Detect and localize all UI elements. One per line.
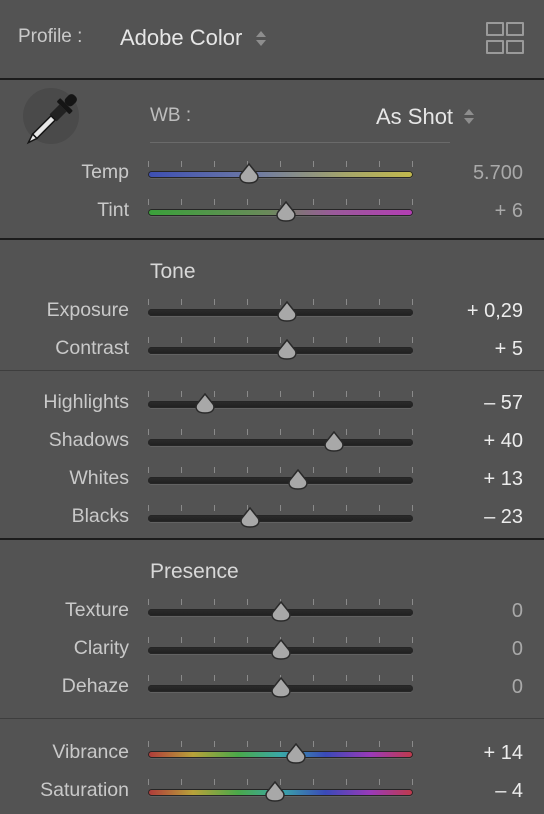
slider-ticks xyxy=(148,505,413,511)
slider-value-blacks[interactable]: – 23 xyxy=(413,506,523,529)
slider-value-dehaze[interactable]: 0 xyxy=(413,676,523,699)
slider-value-clarity[interactable]: 0 xyxy=(413,638,523,661)
slider-label-tint: Tint xyxy=(97,199,129,221)
slider-value-temp[interactable]: 5.700 xyxy=(413,162,523,185)
slider-thumb-dehaze[interactable] xyxy=(270,677,292,699)
slider-label-vibrance: Vibrance xyxy=(52,741,129,763)
slider-ticks xyxy=(148,161,413,167)
section-title-tone: Tone xyxy=(150,260,196,283)
slider-value-saturation[interactable]: – 4 xyxy=(413,780,523,803)
slider-value-vibrance[interactable]: + 14 xyxy=(413,742,523,765)
slider-label-contrast: Contrast xyxy=(55,337,129,359)
slider-track-shadows[interactable] xyxy=(148,439,413,446)
slider-label-blacks: Blacks xyxy=(71,505,129,527)
slider-value-whites[interactable]: + 13 xyxy=(413,468,523,491)
slider-label-temp: Temp xyxy=(81,161,129,183)
wb-underline xyxy=(150,142,450,143)
profile-label: Profile : xyxy=(18,26,83,47)
slider-track-blacks[interactable] xyxy=(148,515,413,522)
grid-view-icon[interactable] xyxy=(486,22,524,54)
slider-value-exposure[interactable]: + 0,29 xyxy=(413,300,523,323)
slider-thumb-clarity[interactable] xyxy=(270,639,292,661)
slider-thumb-vibrance[interactable] xyxy=(285,743,307,765)
slider-value-tint[interactable]: + 6 xyxy=(413,200,523,223)
slider-label-saturation: Saturation xyxy=(40,779,129,801)
slider-track-vibrance[interactable] xyxy=(148,751,413,758)
slider-ticks xyxy=(148,429,413,435)
wb-divider xyxy=(0,238,544,240)
slider-thumb-exposure[interactable] xyxy=(276,301,298,323)
slider-track-whites[interactable] xyxy=(148,477,413,484)
slider-thumb-tint[interactable] xyxy=(275,201,297,223)
up-down-arrows-icon[interactable] xyxy=(256,30,266,48)
slider-value-texture[interactable]: 0 xyxy=(413,600,523,623)
slider-label-highlights: Highlights xyxy=(43,391,129,413)
slider-ticks xyxy=(148,741,413,747)
section-title-presence: Presence xyxy=(150,560,239,583)
slider-ticks xyxy=(148,391,413,397)
slider-label-exposure: Exposure xyxy=(46,299,129,321)
slider-label-whites: Whites xyxy=(69,467,129,489)
slider-track-temp[interactable] xyxy=(148,171,413,178)
slider-value-shadows[interactable]: + 40 xyxy=(413,430,523,453)
slider-label-clarity: Clarity xyxy=(73,637,129,659)
slider-thumb-whites[interactable] xyxy=(287,469,309,491)
slider-thumb-texture[interactable] xyxy=(270,601,292,623)
slider-thumb-saturation[interactable] xyxy=(264,781,286,803)
wb-label: WB : xyxy=(150,105,192,126)
presence-divider xyxy=(0,718,544,719)
white-balance-selector-icon[interactable] xyxy=(20,88,82,152)
header-divider xyxy=(0,78,544,80)
slider-label-dehaze: Dehaze xyxy=(61,675,129,697)
slider-label-shadows: Shadows xyxy=(48,429,129,451)
slider-thumb-temp[interactable] xyxy=(238,163,260,185)
slider-value-contrast[interactable]: + 5 xyxy=(413,338,523,361)
wb-dropdown[interactable]: As Shot xyxy=(376,104,453,130)
slider-ticks xyxy=(148,467,413,473)
up-down-arrows-icon[interactable] xyxy=(464,108,474,126)
slider-label-texture: Texture xyxy=(65,599,129,621)
slider-track-highlights[interactable] xyxy=(148,401,413,408)
slider-thumb-blacks[interactable] xyxy=(239,507,261,529)
slider-value-highlights[interactable]: – 57 xyxy=(413,392,523,415)
slider-thumb-contrast[interactable] xyxy=(276,339,298,361)
tone-section-divider xyxy=(0,538,544,540)
slider-thumb-highlights[interactable] xyxy=(194,393,216,415)
slider-thumb-shadows[interactable] xyxy=(323,431,345,453)
profile-dropdown[interactable]: Adobe Color xyxy=(120,25,242,51)
tone-divider xyxy=(0,370,544,371)
